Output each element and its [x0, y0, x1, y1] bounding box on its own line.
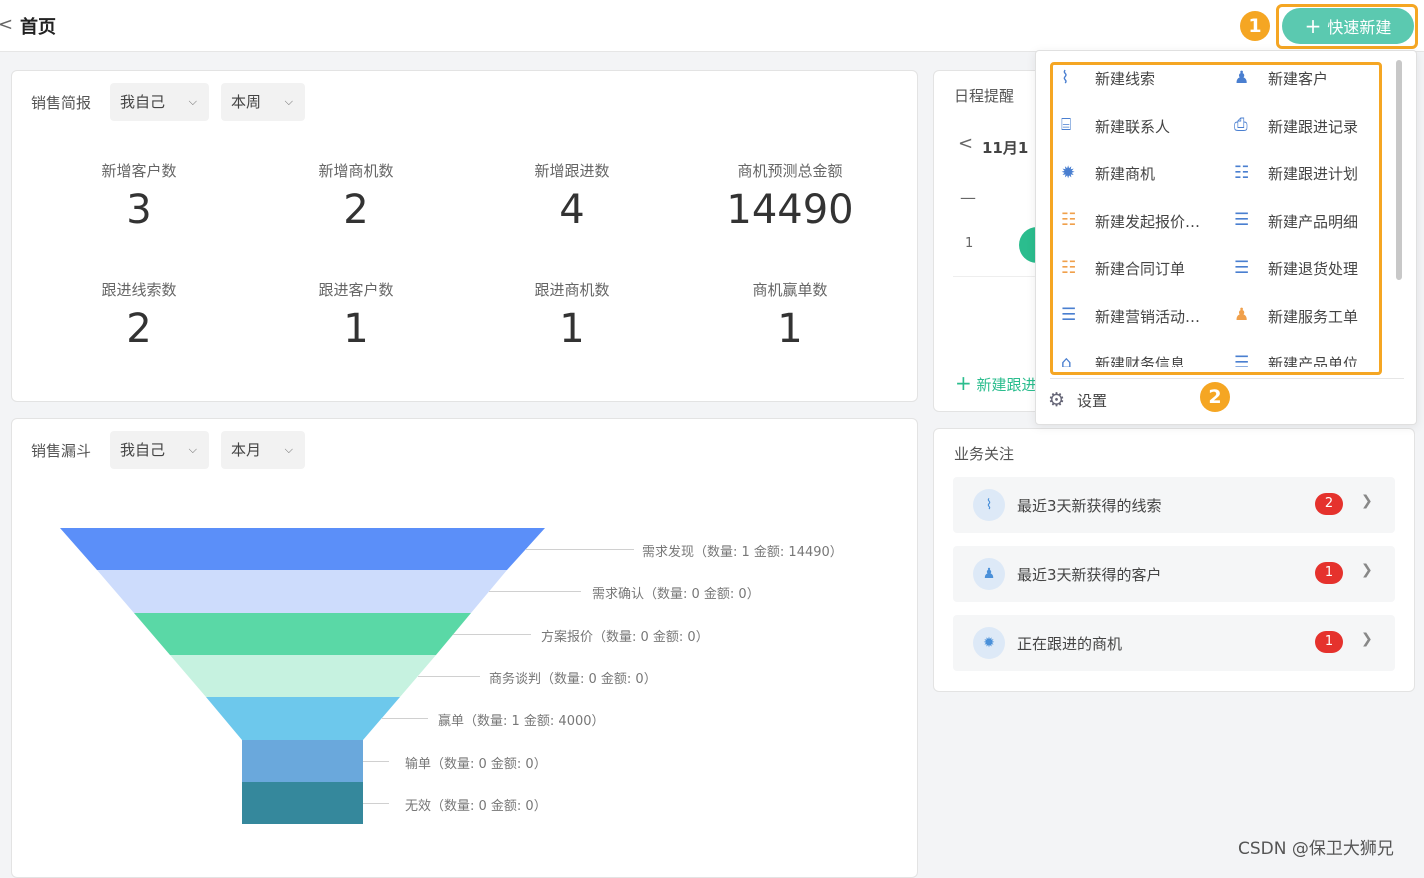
day-number: 1: [965, 236, 974, 251]
annotation-badge-1: 1: [1240, 11, 1270, 41]
lead-icon: ⌇: [973, 489, 1005, 521]
gear-icon: ⚙: [1048, 389, 1066, 411]
funnel-leader: [418, 676, 480, 677]
funnel-stage-0: [60, 528, 545, 570]
highlight-box-1: [1276, 4, 1418, 49]
count-badge: 2: [1315, 493, 1343, 515]
chevron-right-icon: ❯: [1361, 631, 1373, 647]
new-followup-link[interactable]: + 新建跟进: [955, 371, 1037, 395]
funnel-leader: [382, 718, 428, 719]
funnel-leader: [363, 761, 389, 762]
funnel-stage-6: [242, 782, 363, 824]
chevron-right-icon: ❯: [1361, 562, 1373, 578]
new-followup-label: 新建跟进: [976, 376, 1037, 394]
menu-scrollbar[interactable]: [1396, 60, 1402, 280]
business-row-leads[interactable]: ⌇ 最近3天新获得的线索 2 ❯: [953, 477, 1395, 533]
funnel-label-2: 方案报价（数量: 0 金额: 0）: [541, 630, 709, 645]
prev-arrow-icon[interactable]: <: [958, 133, 973, 154]
annotation-badge-2: 2: [1200, 382, 1230, 412]
plus-icon: +: [955, 371, 972, 395]
funnel-label-4: 赢单（数量: 1 金额: 4000）: [438, 714, 605, 729]
schedule-date: 11月1: [982, 139, 1029, 157]
funnel-label-1: 需求确认（数量: 0 金额: 0）: [592, 587, 760, 602]
funnel-leader: [489, 591, 581, 592]
funnel-label-0: 需求发现（数量: 1 金额: 14490）: [642, 545, 843, 560]
funnel-stage-4: [206, 697, 400, 740]
business-title: 业务关注: [954, 445, 1015, 463]
count-badge: 1: [1315, 631, 1343, 653]
funnel-chart: [60, 528, 545, 824]
schedule-title: 日程提醒: [954, 87, 1015, 105]
funnel-label-6: 无效（数量: 0 金额: 0）: [405, 799, 547, 814]
business-row-label: 最近3天新获得的线索: [1017, 497, 1162, 515]
funnel-label-3: 商务谈判（数量: 0 金额: 0）: [489, 672, 657, 687]
funnel-leader: [363, 803, 389, 804]
chevron-right-icon: ❯: [1361, 493, 1373, 509]
funnel-leader: [453, 634, 531, 635]
divider: [953, 276, 1043, 277]
watermark: CSDN @保卫大狮兄: [1238, 839, 1394, 859]
opportunity-icon: ✹: [973, 627, 1005, 659]
funnel-stage-1: [97, 570, 507, 613]
customer-icon: ♟: [973, 558, 1005, 590]
highlight-box-2: [1050, 62, 1382, 375]
business-row-label: 最近3天新获得的客户: [1017, 566, 1162, 584]
settings-label: 设置: [1077, 392, 1108, 410]
settings-menu-item[interactable]: ⚙ 设置: [1048, 389, 1107, 411]
divider: [1050, 378, 1404, 379]
business-row-label: 正在跟进的商机: [1017, 635, 1123, 653]
funnel-leader: [526, 549, 634, 550]
business-row-opportunities[interactable]: ✹ 正在跟进的商机 1 ❯: [953, 615, 1395, 671]
count-badge: 1: [1315, 562, 1343, 584]
funnel-stage-3: [170, 655, 436, 697]
funnel-label-5: 输单（数量: 0 金额: 0）: [405, 757, 547, 772]
funnel-stage-2: [134, 613, 471, 655]
funnel-stage-5: [242, 740, 363, 782]
business-row-customers[interactable]: ♟ 最近3天新获得的客户 1 ❯: [953, 546, 1395, 602]
weekday-dash: —: [960, 188, 976, 207]
